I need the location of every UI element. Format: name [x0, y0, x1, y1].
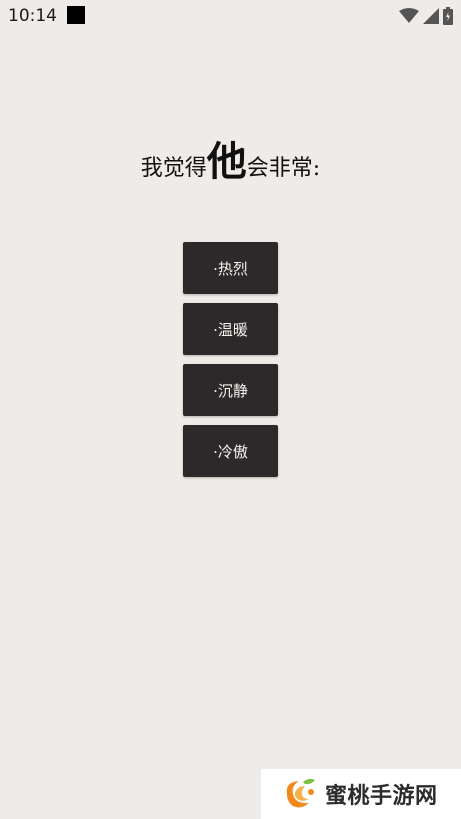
- watermark: 蜜桃手游网: [261, 769, 461, 819]
- peach-logo-icon: [286, 778, 315, 808]
- option-button-calm[interactable]: ·沉静: [183, 364, 278, 416]
- question-text: 我觉得他会非常:: [0, 142, 461, 182]
- status-bar: 10:14: [0, 0, 461, 32]
- option-label: ·温暖: [213, 320, 248, 339]
- option-button-cold[interactable]: ·冷傲: [183, 425, 278, 477]
- option-label: ·热烈: [213, 259, 248, 278]
- status-icons: [399, 6, 453, 26]
- signal-icon: [423, 8, 439, 24]
- question-prefix: 我觉得: [140, 156, 207, 181]
- question-suffix: 会非常:: [246, 156, 321, 181]
- status-time: 10:14: [8, 6, 57, 26]
- wifi-icon: [399, 8, 419, 23]
- option-label: ·冷傲: [213, 442, 248, 461]
- option-label: ·沉静: [213, 381, 248, 400]
- option-button-warm[interactable]: ·温暖: [183, 303, 278, 355]
- option-list: ·热烈 ·温暖 ·沉静 ·冷傲: [183, 242, 278, 486]
- question-emphasis: 他: [206, 138, 247, 185]
- option-button-hot[interactable]: ·热烈: [183, 242, 278, 294]
- watermark-text: 蜜桃手游网: [325, 784, 438, 809]
- notification-square-icon: [67, 6, 85, 24]
- battery-icon: [443, 7, 453, 25]
